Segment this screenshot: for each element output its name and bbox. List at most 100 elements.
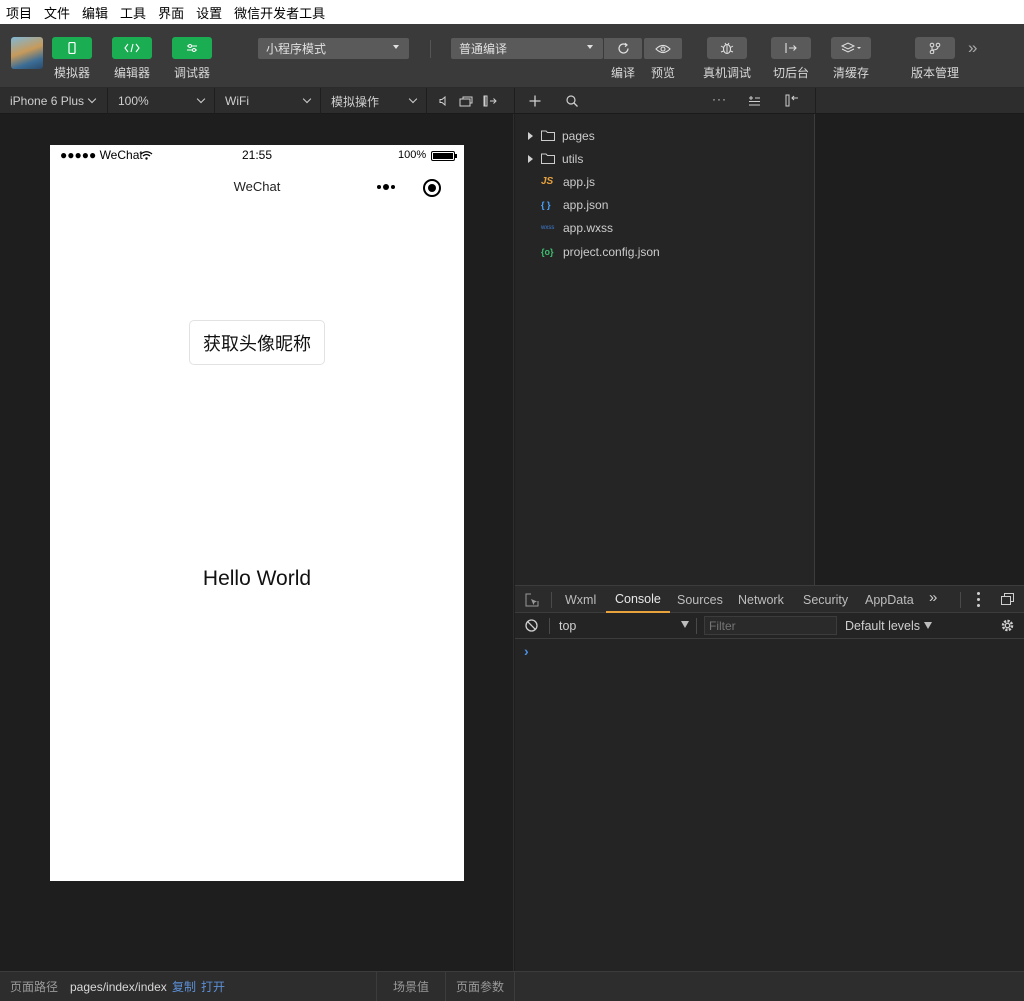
tree-item-label: pages: [562, 128, 595, 143]
network-select[interactable]: WiFi: [215, 88, 321, 114]
tab-sources[interactable]: Sources: [677, 586, 723, 613]
menu-item-file[interactable]: 文件: [38, 3, 76, 22]
collapse-all-icon[interactable]: [748, 96, 761, 106]
phone-screen: ●●●●● WeChat 21:55 100% WeChat 获取头像昵称 He…: [50, 145, 464, 881]
phone-status-bar: ●●●●● WeChat 21:55 100%: [50, 145, 464, 165]
hide-panel-icon[interactable]: [785, 94, 799, 107]
tab-wxml[interactable]: Wxml: [565, 586, 596, 613]
gear-icon[interactable]: [1000, 618, 1015, 633]
page-path-value: pages/index/index: [70, 979, 167, 994]
tree-item-utils[interactable]: utils: [515, 147, 815, 170]
search-icon[interactable]: [566, 95, 578, 107]
editor-toggle-button[interactable]: [112, 37, 152, 59]
clear-cache-button[interactable]: [831, 37, 871, 59]
simulator-toolbar: iPhone 6 Plus 100% WiFi 模拟操作: [0, 88, 514, 114]
add-file-icon[interactable]: [529, 95, 541, 107]
background-label: 切后台: [772, 66, 809, 80]
tree-item-pages[interactable]: pages: [515, 124, 815, 147]
sliders-icon: [187, 44, 197, 52]
footer-divider: [376, 972, 377, 1001]
devtools-divider: [960, 592, 961, 608]
tab-appdata[interactable]: AppData: [865, 586, 914, 613]
config-file-icon: {o}: [541, 246, 554, 257]
console-output[interactable]: ›: [515, 639, 1024, 971]
rotate-screen-icon[interactable]: [459, 96, 473, 107]
eye-icon: [655, 44, 671, 53]
caret-right-icon: [528, 154, 533, 163]
tree-item-label: utils: [562, 151, 584, 166]
console-filter-input[interactable]: [704, 616, 837, 635]
footer-divider: [514, 972, 515, 1001]
page-params-button[interactable]: 页面参数: [456, 972, 504, 1001]
log-levels-select[interactable]: Default levels: [845, 613, 933, 638]
mode-select[interactable]: 小程序模式: [258, 38, 409, 59]
compile-mode-value: 普通编译: [459, 42, 508, 56]
main-toolbar: 模拟器 编辑器 调试器 小程序模式 普通编译 编译 预览 真机调试 切后台 清缓…: [0, 24, 1024, 88]
status-footer: 页面路径 pages/index/index 复制 打开 场景值 页面参数: [0, 971, 1024, 1001]
more-tabs-icon[interactable]: »: [929, 589, 937, 606]
editor-tabbar: [815, 88, 1024, 114]
compile-button[interactable]: [604, 38, 642, 59]
devtools-divider: [549, 618, 550, 634]
devtools-divider: [551, 592, 552, 608]
volume-icon[interactable]: [439, 96, 449, 106]
device-select[interactable]: iPhone 6 Plus: [0, 88, 108, 114]
switch-background-icon: [785, 43, 797, 53]
more-options-icon[interactable]: ···: [712, 92, 727, 106]
code-editor-area: [815, 114, 1024, 585]
console-prompt-icon: ›: [524, 643, 529, 659]
simulator-toggle-button[interactable]: [52, 37, 92, 59]
git-branch-icon: [929, 42, 941, 54]
tree-item-app-json[interactable]: { } app.json: [515, 193, 815, 216]
menu-item-tools[interactable]: 工具: [114, 3, 152, 22]
tab-console[interactable]: Console: [606, 586, 670, 613]
more-menu-icon[interactable]: [377, 182, 401, 192]
refresh-icon: [617, 42, 629, 54]
menu-item-settings[interactable]: 设置: [190, 3, 228, 22]
close-capsule-icon[interactable]: [423, 179, 441, 197]
zoom-select[interactable]: 100%: [108, 88, 215, 114]
tab-security[interactable]: Security: [803, 586, 848, 613]
open-path-link[interactable]: 打开: [201, 972, 225, 1001]
folder-icon: [541, 153, 555, 164]
version-control-label: 版本管理: [910, 66, 959, 80]
detach-simulator-icon[interactable]: [483, 95, 497, 107]
caret-down-icon: [924, 622, 933, 629]
menu-item-devtools[interactable]: 微信开发者工具: [228, 3, 331, 22]
kebab-menu-icon[interactable]: [977, 592, 980, 607]
undock-icon[interactable]: [1001, 593, 1014, 605]
user-avatar[interactable]: [11, 37, 43, 69]
more-tools-icon[interactable]: »: [968, 38, 977, 58]
copy-path-link[interactable]: 复制: [172, 972, 196, 1001]
debugger-toggle-button[interactable]: [172, 37, 212, 59]
page-path-label: 页面路径: [10, 980, 59, 994]
footer-divider: [445, 972, 446, 1001]
menu-item-view[interactable]: 界面: [152, 3, 190, 22]
log-levels-value: Default levels: [845, 618, 921, 633]
tab-network[interactable]: Network: [738, 586, 784, 613]
context-select-value: top: [559, 618, 577, 633]
phone-nav-bar: WeChat: [50, 165, 464, 209]
tree-item-app-js[interactable]: JS app.js: [515, 170, 815, 193]
menu-item-edit[interactable]: 编辑: [76, 3, 114, 22]
preview-button[interactable]: [644, 38, 682, 59]
menu-item-project[interactable]: 项目: [0, 3, 38, 22]
tree-item-label: app.wxss: [563, 220, 614, 235]
simulate-operation-select[interactable]: 模拟操作: [321, 88, 427, 114]
mode-select-value: 小程序模式: [266, 42, 327, 56]
simulator-label: 模拟器: [53, 66, 90, 80]
tree-item-app-wxss[interactable]: wxss app.wxss: [515, 216, 815, 239]
inspect-element-icon[interactable]: [525, 593, 539, 607]
get-avatar-nickname-button[interactable]: 获取头像昵称: [189, 320, 325, 365]
real-device-debug-label: 真机调试: [702, 66, 751, 80]
clear-console-icon[interactable]: [525, 619, 538, 632]
context-select[interactable]: top: [559, 613, 689, 638]
caret-down-icon: [681, 621, 689, 628]
real-device-debug-button[interactable]: [707, 37, 747, 59]
tree-item-label: project.config.json: [563, 244, 660, 259]
tree-item-project-config[interactable]: {o} project.config.json: [515, 240, 815, 263]
scene-value-button[interactable]: 场景值: [393, 972, 429, 1001]
background-button[interactable]: [771, 37, 811, 59]
compile-mode-select[interactable]: 普通编译: [451, 38, 603, 59]
version-control-button[interactable]: [915, 37, 955, 59]
